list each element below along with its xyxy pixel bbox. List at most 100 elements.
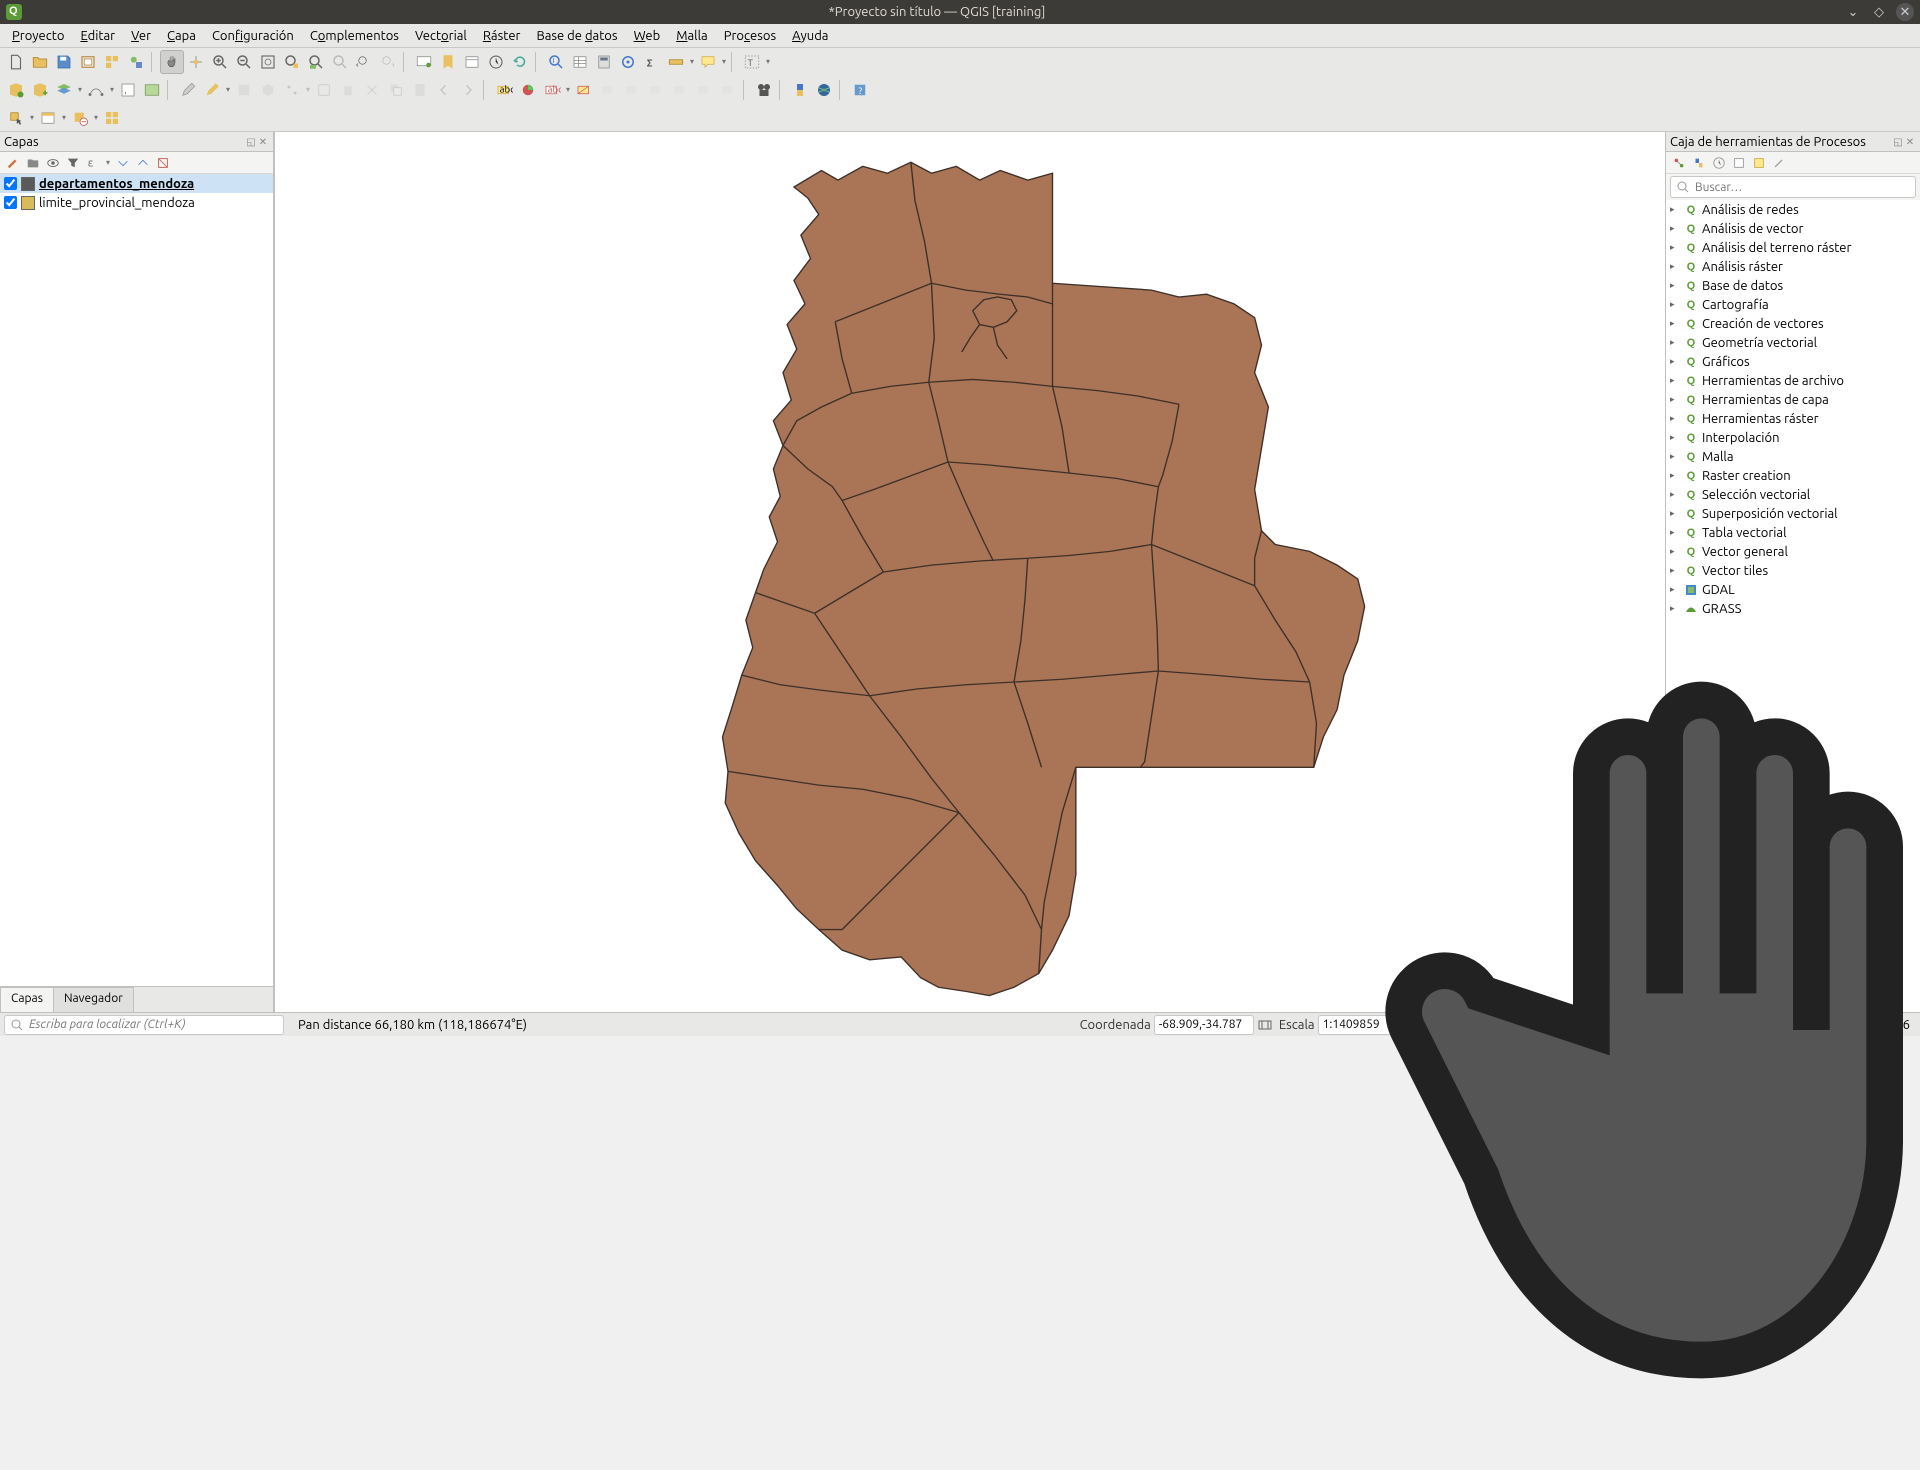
hide-labels-button[interactable] — [572, 78, 596, 102]
tab-capas[interactable]: Capas — [0, 987, 54, 1012]
rotate-label-button[interactable] — [620, 78, 644, 102]
menu-complementos[interactable]: Complementos — [302, 27, 407, 45]
layer-checkbox[interactable] — [4, 177, 17, 190]
menu-web[interactable]: Web — [626, 27, 669, 45]
new-project-button[interactable] — [4, 50, 28, 74]
unplaced-labels-button[interactable] — [716, 78, 740, 102]
zoom-to-selection-button[interactable] — [280, 50, 304, 74]
tree-group[interactable]: ▸QVector general — [1666, 542, 1920, 561]
tree-group[interactable]: ▸QRaster creation — [1666, 466, 1920, 485]
zoom-last-button[interactable] — [352, 50, 376, 74]
select-by-value-button[interactable] — [36, 106, 60, 130]
change-label-button[interactable] — [644, 78, 668, 102]
tree-group[interactable]: ▸QAnálisis de redes — [1666, 200, 1920, 219]
locator-box[interactable] — [4, 1015, 284, 1035]
zoom-in-button[interactable] — [208, 50, 232, 74]
pan-to-selection-button[interactable] — [184, 50, 208, 74]
metasearch-button[interactable] — [812, 78, 836, 102]
panel-close-button[interactable]: ✕ — [1904, 136, 1916, 148]
vertex-dropdown[interactable]: ▾ — [304, 85, 312, 94]
panel-close-button[interactable]: ✕ — [257, 136, 269, 148]
tree-group[interactable]: ▸QAnálisis ráster — [1666, 257, 1920, 276]
tree-group[interactable]: ▸QTabla vectorial — [1666, 523, 1920, 542]
processing-edit-button[interactable] — [1750, 154, 1768, 172]
measure-dropdown[interactable]: ▾ — [688, 57, 696, 66]
remove-layer-button[interactable] — [154, 154, 172, 172]
zoom-to-layer-button[interactable] — [304, 50, 328, 74]
menu-editar[interactable]: Editar — [72, 27, 123, 45]
panel-undock-button[interactable]: ◱ — [1892, 136, 1904, 148]
deselect-button[interactable] — [68, 106, 92, 130]
processing-search-box[interactable] — [1670, 176, 1916, 198]
modify-attrs-button[interactable] — [312, 78, 336, 102]
layout-manager-button[interactable] — [100, 50, 124, 74]
save-edits-dropdown[interactable]: ▾ — [224, 85, 232, 94]
menu-malla[interactable]: Malla — [668, 27, 716, 45]
tree-group[interactable]: ▸QVector tiles — [1666, 561, 1920, 580]
statistics-button[interactable]: Σ — [640, 50, 664, 74]
deselect-dropdown[interactable]: ▾ — [92, 113, 100, 122]
add-vector-button[interactable] — [4, 78, 28, 102]
annotation-text-button[interactable]: T — [740, 50, 764, 74]
layer-checkbox[interactable] — [4, 196, 17, 209]
maximize-button[interactable]: ◇ — [1870, 3, 1888, 21]
filter-legend-button[interactable] — [64, 154, 82, 172]
clock-button[interactable] — [484, 50, 508, 74]
menu-basedatos[interactable]: Base de datos — [528, 27, 625, 45]
tree-group[interactable]: ▸QGeometría vectorial — [1666, 333, 1920, 352]
tree-group[interactable]: ▸QBase de datos — [1666, 276, 1920, 295]
tree-group[interactable]: ▸QHerramientas de capa — [1666, 390, 1920, 409]
processing-search-input[interactable] — [1695, 181, 1911, 194]
panel-undock-button[interactable]: ◱ — [245, 136, 257, 148]
tree-group[interactable]: ▸QGráficos — [1666, 352, 1920, 371]
zoom-next-button[interactable] — [376, 50, 400, 74]
menu-configuracion[interactable]: Configuración — [204, 27, 302, 45]
tree-group[interactable]: ▸QSuperposición vectorial — [1666, 504, 1920, 523]
select-all-button[interactable] — [100, 106, 124, 130]
processing-model-button[interactable] — [1670, 154, 1688, 172]
close-button[interactable]: ✕ — [1896, 3, 1914, 21]
tree-group[interactable]: ▸QCreación de vectores — [1666, 314, 1920, 333]
tree-group[interactable]: ▸QInterpolación — [1666, 428, 1920, 447]
menu-vectorial[interactable]: Vectorial — [407, 27, 475, 45]
add-feature-button[interactable] — [232, 78, 256, 102]
processing-scripts-button[interactable] — [1690, 154, 1708, 172]
new-virtual-button[interactable] — [84, 78, 108, 102]
menu-raster[interactable]: Ráster — [475, 27, 529, 45]
identify-button[interactable]: i — [544, 50, 568, 74]
manage-visibility-button[interactable] — [44, 154, 62, 172]
select-dropdown[interactable]: ▾ — [28, 113, 36, 122]
menu-capa[interactable]: Capa — [159, 27, 204, 45]
show-labels-button[interactable]: abc — [540, 78, 564, 102]
processing-results-button[interactable] — [1730, 154, 1748, 172]
maptips-button[interactable] — [696, 50, 720, 74]
toggle-editing-button[interactable] — [176, 78, 200, 102]
move-label-button[interactable] — [596, 78, 620, 102]
menu-proyecto[interactable]: Proyecto — [4, 27, 72, 45]
zoom-full-button[interactable] — [256, 50, 280, 74]
paste-button[interactable] — [408, 78, 432, 102]
toolbox-button[interactable] — [616, 50, 640, 74]
tree-group[interactable]: ▸QMalla — [1666, 447, 1920, 466]
select-features-button[interactable] — [4, 106, 28, 130]
new-shapefile-button[interactable] — [28, 78, 52, 102]
tree-group[interactable]: ▸QHerramientas ráster — [1666, 409, 1920, 428]
new-map-view-button[interactable] — [412, 50, 436, 74]
pan-button[interactable] — [160, 50, 184, 74]
tree-group[interactable]: ▸QAnálisis del terreno ráster — [1666, 238, 1920, 257]
add-polygon-button[interactable] — [256, 78, 280, 102]
save-project-button[interactable] — [52, 50, 76, 74]
save-edits-button[interactable] — [200, 78, 224, 102]
measure-button[interactable] — [664, 50, 688, 74]
tab-navegador[interactable]: Navegador — [53, 987, 134, 1012]
new-geopackage-button[interactable] — [52, 78, 76, 102]
tree-group[interactable]: ▸QSelección vectorial — [1666, 485, 1920, 504]
show-pinned-button[interactable] — [692, 78, 716, 102]
print-layout-button[interactable] — [76, 50, 100, 74]
attribute-table-button[interactable] — [568, 50, 592, 74]
menu-ver[interactable]: Ver — [123, 27, 159, 45]
collapse-all-button[interactable] — [134, 154, 152, 172]
undo-button[interactable] — [432, 78, 456, 102]
select-value-dropdown[interactable]: ▾ — [60, 113, 68, 122]
temporal-button[interactable] — [460, 50, 484, 74]
